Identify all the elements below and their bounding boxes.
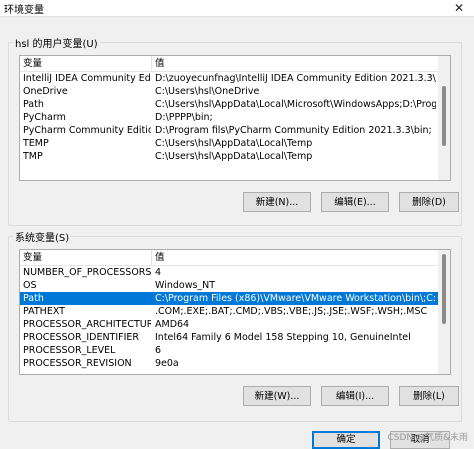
window-title: 环境变量 (4, 5, 44, 16)
variable-name: NUMBER_OF_PROCESSORS (23, 267, 151, 278)
scroll-thumb[interactable] (442, 254, 446, 324)
title-bar: 环境变量 ✕ (0, 0, 474, 17)
column-header-variable[interactable]: 变量 (23, 251, 42, 265)
table-row[interactable]: IntelliJ IDEA Community Ed... D:\zuoyecun… (20, 72, 438, 85)
ok-button[interactable]: 确定 (312, 431, 380, 449)
column-header-value[interactable]: 值 (155, 57, 165, 71)
table-row[interactable]: PyCharm Community Edition D:\Program fils… (20, 124, 438, 137)
variable-value: D:\PPPP\bin; (155, 112, 213, 123)
table-row[interactable]: Path C:\Program Files (x86)\VMware\VMware… (20, 292, 438, 305)
system-list-scrollbar[interactable] (438, 250, 450, 374)
column-header-value[interactable]: 值 (155, 251, 165, 265)
variable-value: D:\zuoyecunfnag\IntelliJ IDEA Community … (155, 73, 436, 84)
variable-name: Path (23, 293, 44, 304)
user-edit-button[interactable]: 编辑(E)... (321, 192, 389, 212)
system-edit-button[interactable]: 编辑(I)... (321, 386, 389, 406)
table-row[interactable]: PyCharm D:\PPPP\bin; (20, 111, 438, 124)
table-row[interactable]: TEMP C:\Users\hsl\AppData\Local\Temp (20, 137, 438, 150)
variable-value: C:\Users\hsl\AppData\Local\Temp (155, 138, 313, 149)
system-variables-group: 系统变量(S) 变量 值 NUMBER_OF_PROCESSORS 4 OS Wind… (8, 229, 462, 422)
table-row[interactable]: Path C:\Users\hsl\AppData\Local\Microsoft… (20, 98, 438, 111)
column-divider[interactable] (151, 250, 152, 265)
close-icon[interactable]: ✕ (444, 0, 474, 16)
user-delete-button[interactable]: 删除(D) (399, 192, 459, 212)
variable-value: D:\Program fils\PyCharm Community Editio… (155, 125, 432, 136)
variable-value: AMD64 (155, 319, 190, 330)
system-delete-button[interactable]: 删除(L) (399, 386, 459, 406)
variable-name: OneDrive (23, 86, 68, 97)
variable-name: Path (23, 99, 44, 110)
variable-name: PATHEXT (23, 306, 65, 317)
user-list-body: IntelliJ IDEA Community Ed... D:\zuoyecun… (20, 72, 438, 180)
variable-value: C:\Program Files (x86)\VMware\VMware Wor… (155, 293, 436, 304)
variable-name: PROCESSOR_ARCHITECTURE (23, 319, 151, 330)
watermark: CSDN @气质&末雨 (387, 433, 468, 443)
variable-name: TMP (23, 151, 43, 162)
user-list-scrollbar[interactable] (438, 56, 450, 180)
table-row[interactable]: OS Windows_NT (20, 279, 438, 292)
table-row[interactable]: PROCESSOR_LEVEL 6 (20, 344, 438, 357)
variable-value: 4 (155, 267, 162, 278)
table-row[interactable]: PROCESSOR_IDENTIFIER Intel64 Family 6 Mod… (20, 331, 438, 344)
user-variables-group: hsl 的用户变量(U) 变量 值 IntelliJ IDEA Communit… (8, 35, 462, 226)
column-divider[interactable] (151, 56, 152, 71)
table-row[interactable]: TMP C:\Users\hsl\AppData\Local\Temp (20, 150, 438, 163)
system-variables-list[interactable]: 变量 值 NUMBER_OF_PROCESSORS 4 OS Windows_NT Pa… (19, 249, 451, 375)
variable-value: Intel64 Family 6 Model 158 Stepping 10, … (155, 332, 411, 343)
system-list-header: 变量 值 (20, 250, 438, 266)
variable-name: TEMP (23, 138, 49, 149)
variable-value: C:\Users\hsl\AppData\Local\Temp (155, 151, 313, 162)
table-row[interactable]: OneDrive C:\Users\hsl\OneDrive (20, 85, 438, 98)
user-new-button[interactable]: 新建(N)... (243, 192, 311, 212)
system-list-body: NUMBER_OF_PROCESSORS 4 OS Windows_NT Path C:\… (20, 266, 438, 374)
variable-value: C:\Users\hsl\AppData\Local\Microsoft\Win… (155, 99, 436, 110)
variable-name: PyCharm Community Edition (23, 125, 151, 136)
scroll-thumb[interactable] (442, 86, 446, 146)
variable-name: OS (23, 280, 37, 291)
user-variables-list[interactable]: 变量 值 IntelliJ IDEA Community Ed... D:\zuo… (19, 55, 451, 181)
user-list-header: 变量 值 (20, 56, 438, 72)
variable-name: PyCharm (23, 112, 66, 123)
system-variables-legend: 系统变量(S) (13, 229, 72, 244)
variable-name: IntelliJ IDEA Community Ed... (23, 73, 151, 84)
variable-name: PROCESSOR_IDENTIFIER (23, 332, 140, 343)
variable-value: .COM;.EXE;.BAT;.CMD;.VBS;.VBE;.JS;.JSE;.… (155, 306, 428, 317)
variable-value: Windows_NT (155, 280, 216, 291)
table-row[interactable]: NUMBER_OF_PROCESSORS 4 (20, 266, 438, 279)
variable-value: 9e0a (155, 358, 179, 369)
column-header-variable[interactable]: 变量 (23, 57, 42, 71)
user-variables-legend: hsl 的用户变量(U) (13, 35, 100, 50)
variable-name: PROCESSOR_LEVEL (23, 345, 116, 356)
variable-name: PROCESSOR_REVISION (23, 358, 132, 369)
table-row[interactable]: PROCESSOR_REVISION 9e0a (20, 357, 438, 370)
system-new-button[interactable]: 新建(W)... (243, 386, 311, 406)
variable-value: C:\Users\hsl\OneDrive (155, 86, 260, 97)
table-row[interactable]: PATHEXT .COM;.EXE;.BAT;.CMD;.VBS;.VBE;.JS… (20, 305, 438, 318)
table-row[interactable]: PROCESSOR_ARCHITECTURE AMD64 (20, 318, 438, 331)
variable-value: 6 (155, 345, 162, 356)
